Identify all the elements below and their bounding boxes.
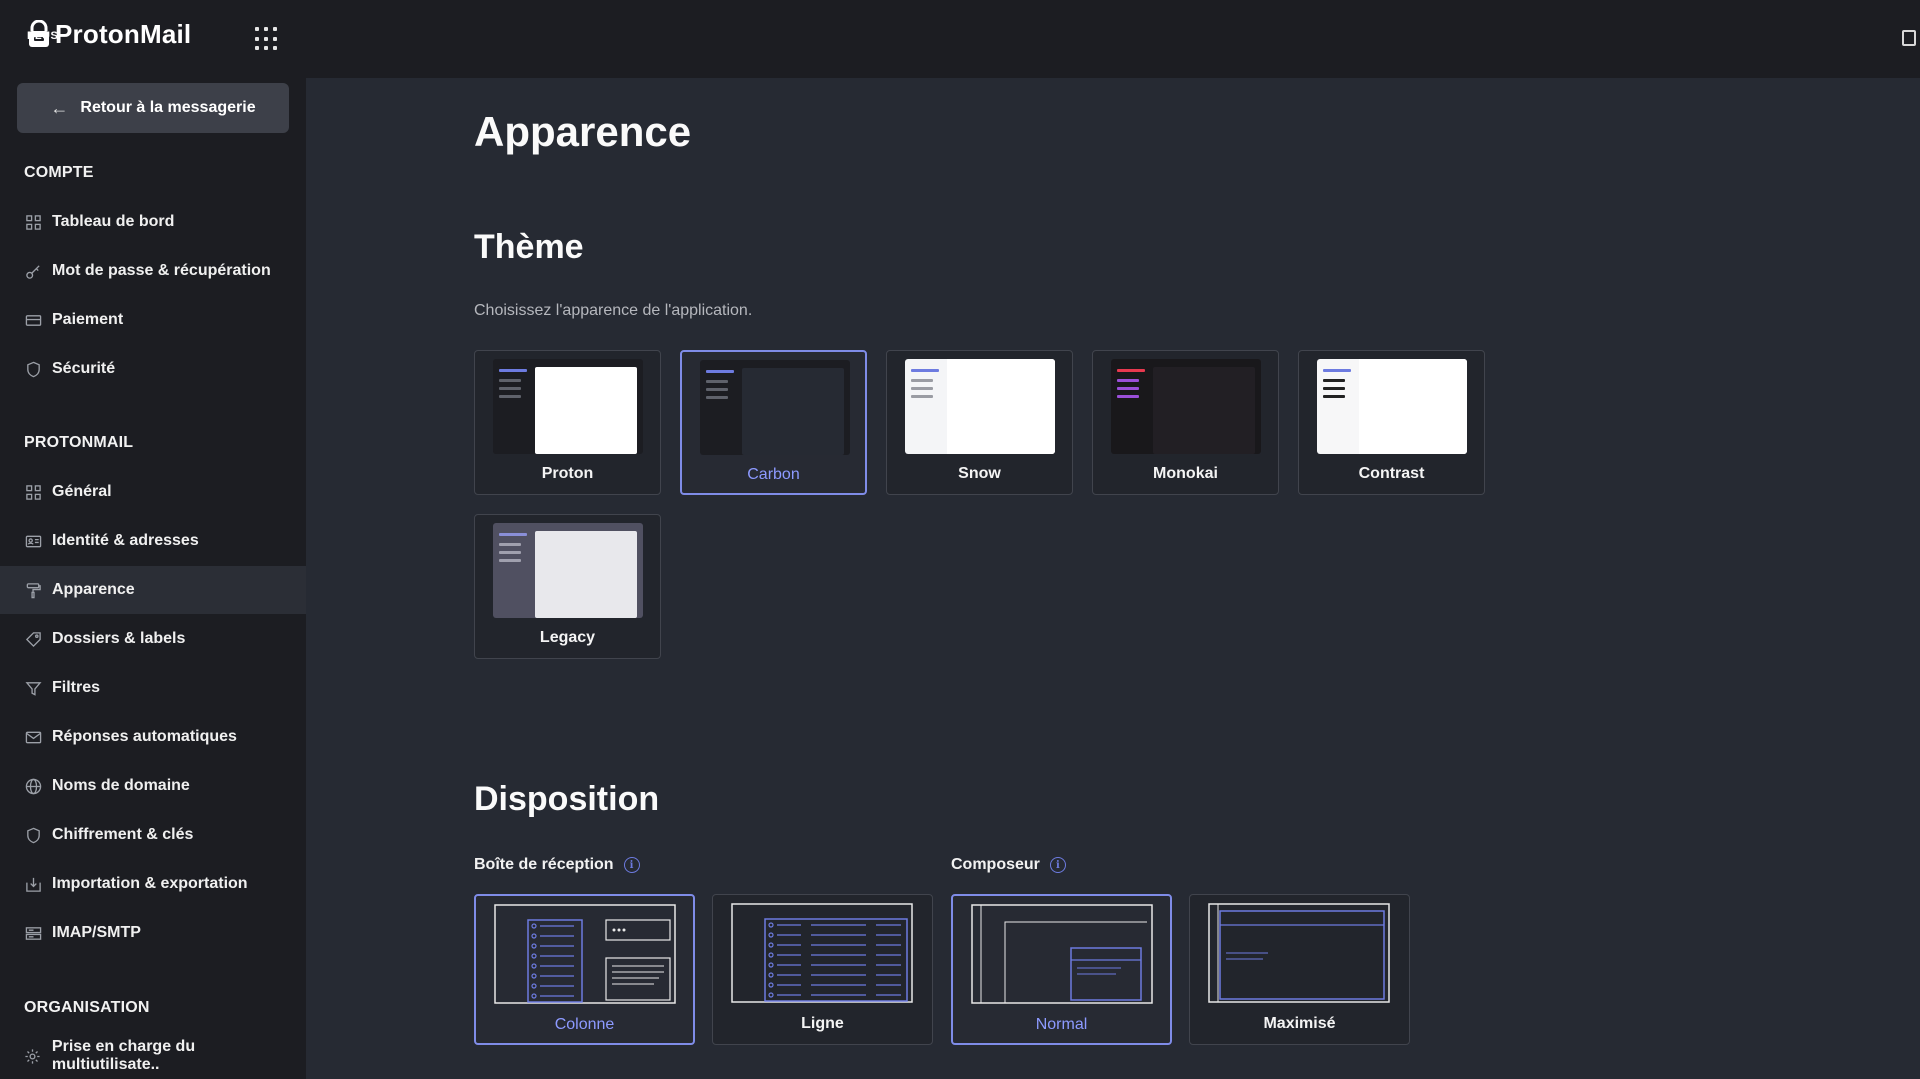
server-icon bbox=[24, 924, 42, 942]
sidebar-item-label: Mot de passe & récupération bbox=[52, 262, 271, 279]
paint-roller-icon bbox=[24, 581, 42, 599]
theme-label: Proton bbox=[541, 465, 594, 482]
id-card-icon bbox=[24, 532, 42, 550]
sidebar-item-label: Paiement bbox=[52, 311, 124, 328]
grid-icon bbox=[24, 483, 42, 501]
theme-option-snow[interactable]: Snow bbox=[886, 350, 1073, 495]
sidebar-item-password[interactable]: Mot de passe & récupération bbox=[0, 247, 306, 295]
sidebar-item-import-export[interactable]: Importation & exportation bbox=[0, 860, 306, 908]
brand-name: ProtonMail bbox=[55, 19, 192, 49]
theme-label: Contrast bbox=[1358, 465, 1425, 482]
section-title-compte: COMPTE bbox=[24, 164, 94, 181]
sidebar-item-identity[interactable]: Identité & adresses bbox=[0, 517, 306, 565]
gear-icon bbox=[24, 1047, 42, 1065]
envelope-icon bbox=[24, 728, 42, 746]
theme-preview bbox=[493, 359, 643, 454]
top-right-icon[interactable] bbox=[1902, 30, 1916, 46]
sidebar-item-folders-labels[interactable]: Dossiers & labels bbox=[0, 615, 306, 663]
sidebar-item-label: Filtres bbox=[52, 679, 101, 696]
sidebar-item-label: Importation & exportation bbox=[52, 875, 248, 892]
sidebar-item-general[interactable]: Général bbox=[0, 468, 306, 516]
sidebar-item-label: Dossiers & labels bbox=[52, 630, 186, 647]
shield-icon bbox=[24, 826, 42, 844]
back-to-mail-button[interactable]: ← Retour à la messagerie bbox=[17, 83, 289, 133]
shield-icon bbox=[24, 360, 42, 378]
theme-option-proton[interactable]: Proton bbox=[474, 350, 661, 495]
tag-icon bbox=[24, 630, 42, 648]
globe-icon bbox=[24, 777, 42, 795]
sidebar-item-domains[interactable]: Noms de domaine bbox=[0, 762, 306, 810]
page-title: Apparence bbox=[474, 108, 692, 155]
layout-label: Normal bbox=[1035, 1016, 1088, 1033]
inbox-layout-row[interactable]: Ligne bbox=[712, 894, 933, 1045]
theme-description: Choisissez l'apparence de l'application. bbox=[474, 302, 753, 319]
back-button-label: Retour à la messagerie bbox=[80, 99, 256, 116]
section-title-protonmail: PROTONMAIL bbox=[24, 434, 134, 451]
section-title-organisation: ORGANISATION bbox=[24, 999, 150, 1016]
inbox-layout-label-text: Boîte de réception bbox=[474, 856, 614, 873]
top-bar: ProtonMail PLUS bbox=[0, 0, 1920, 78]
column-layout-illustration bbox=[494, 904, 676, 1004]
arrow-left-icon: ← bbox=[50, 97, 69, 118]
key-icon bbox=[24, 262, 42, 280]
sidebar-item-label: Sécurité bbox=[52, 360, 116, 377]
theme-heading: Thème bbox=[474, 228, 584, 266]
sidebar-item-appearance[interactable]: Apparence bbox=[0, 566, 306, 614]
sidebar-item-imap-smtp[interactable]: IMAP/SMTP bbox=[0, 909, 306, 957]
composer-layout-maximized[interactable]: Maximisé bbox=[1189, 894, 1410, 1045]
apps-grid-icon[interactable] bbox=[255, 27, 279, 51]
theme-label: Monokai bbox=[1153, 465, 1218, 482]
sidebar-item-label: Apparence bbox=[52, 581, 135, 598]
sidebar-item-label: Général bbox=[52, 483, 112, 500]
sidebar-item-payment[interactable]: Paiement bbox=[0, 296, 306, 344]
import-icon bbox=[24, 875, 42, 893]
composer-layout-label: Composeur i bbox=[951, 856, 1066, 874]
normal-composer-illustration bbox=[971, 904, 1153, 1004]
layout-label: Ligne bbox=[801, 1015, 844, 1032]
grid-icon bbox=[24, 213, 42, 231]
sidebar-item-encryption[interactable]: Chiffrement & clés bbox=[0, 811, 306, 859]
layout-label: Colonne bbox=[554, 1016, 615, 1033]
settings-main: Apparence Thème Choisissez l'apparence d… bbox=[306, 78, 1920, 1079]
sidebar-item-label: Chiffrement & clés bbox=[52, 826, 194, 843]
sidebar-item-label: Prise en charge du multiutilisate.. bbox=[51, 1038, 196, 1073]
filter-icon bbox=[24, 679, 42, 697]
layout-heading: Disposition bbox=[474, 780, 660, 818]
theme-option-monokai[interactable]: Monokai bbox=[1092, 350, 1279, 495]
theme-preview bbox=[493, 523, 643, 618]
theme-label: Legacy bbox=[539, 629, 596, 646]
plan-badge: PLUS bbox=[27, 30, 59, 42]
theme-option-contrast[interactable]: Contrast bbox=[1298, 350, 1485, 495]
theme-label: Snow bbox=[958, 465, 1001, 482]
composer-layout-label-text: Composeur bbox=[951, 856, 1040, 873]
inbox-layout-column[interactable]: Colonne bbox=[474, 894, 695, 1045]
theme-preview bbox=[1111, 359, 1261, 454]
settings-sidebar: ← Retour à la messagerie COMPTE Tableau … bbox=[0, 78, 306, 1079]
maximized-composer-illustration bbox=[1208, 903, 1390, 1003]
sidebar-item-security[interactable]: Sécurité bbox=[0, 345, 306, 393]
theme-preview bbox=[905, 359, 1055, 454]
theme-label: Carbon bbox=[747, 466, 800, 483]
sidebar-item-label: Noms de domaine bbox=[52, 777, 190, 794]
sidebar-item-filters[interactable]: Filtres bbox=[0, 664, 306, 712]
info-icon[interactable]: i bbox=[1049, 857, 1066, 873]
sidebar-item-auto-reply[interactable]: Réponses automatiques bbox=[0, 713, 306, 761]
sidebar-item-dashboard[interactable]: Tableau de bord bbox=[0, 198, 306, 246]
theme-option-legacy[interactable]: Legacy bbox=[474, 514, 661, 659]
theme-preview bbox=[700, 360, 850, 455]
credit-card-icon bbox=[24, 311, 42, 329]
layout-label: Maximisé bbox=[1263, 1015, 1336, 1032]
composer-layout-normal[interactable]: Normal bbox=[951, 894, 1172, 1045]
inbox-layout-label: Boîte de réception i bbox=[474, 856, 640, 874]
theme-preview bbox=[1317, 359, 1467, 454]
info-icon[interactable]: i bbox=[623, 857, 640, 873]
sidebar-item-label: IMAP/SMTP bbox=[52, 924, 141, 941]
sidebar-item-label: Identité & adresses bbox=[52, 532, 199, 549]
sidebar-item-label: Tableau de bord bbox=[52, 213, 175, 230]
theme-option-carbon[interactable]: Carbon bbox=[680, 350, 867, 495]
row-layout-illustration bbox=[731, 903, 913, 1003]
sidebar-item-multi-user[interactable]: Prise en charge du multiutilisate.. bbox=[0, 1032, 306, 1079]
sidebar-item-label: Réponses automatiques bbox=[52, 728, 237, 745]
